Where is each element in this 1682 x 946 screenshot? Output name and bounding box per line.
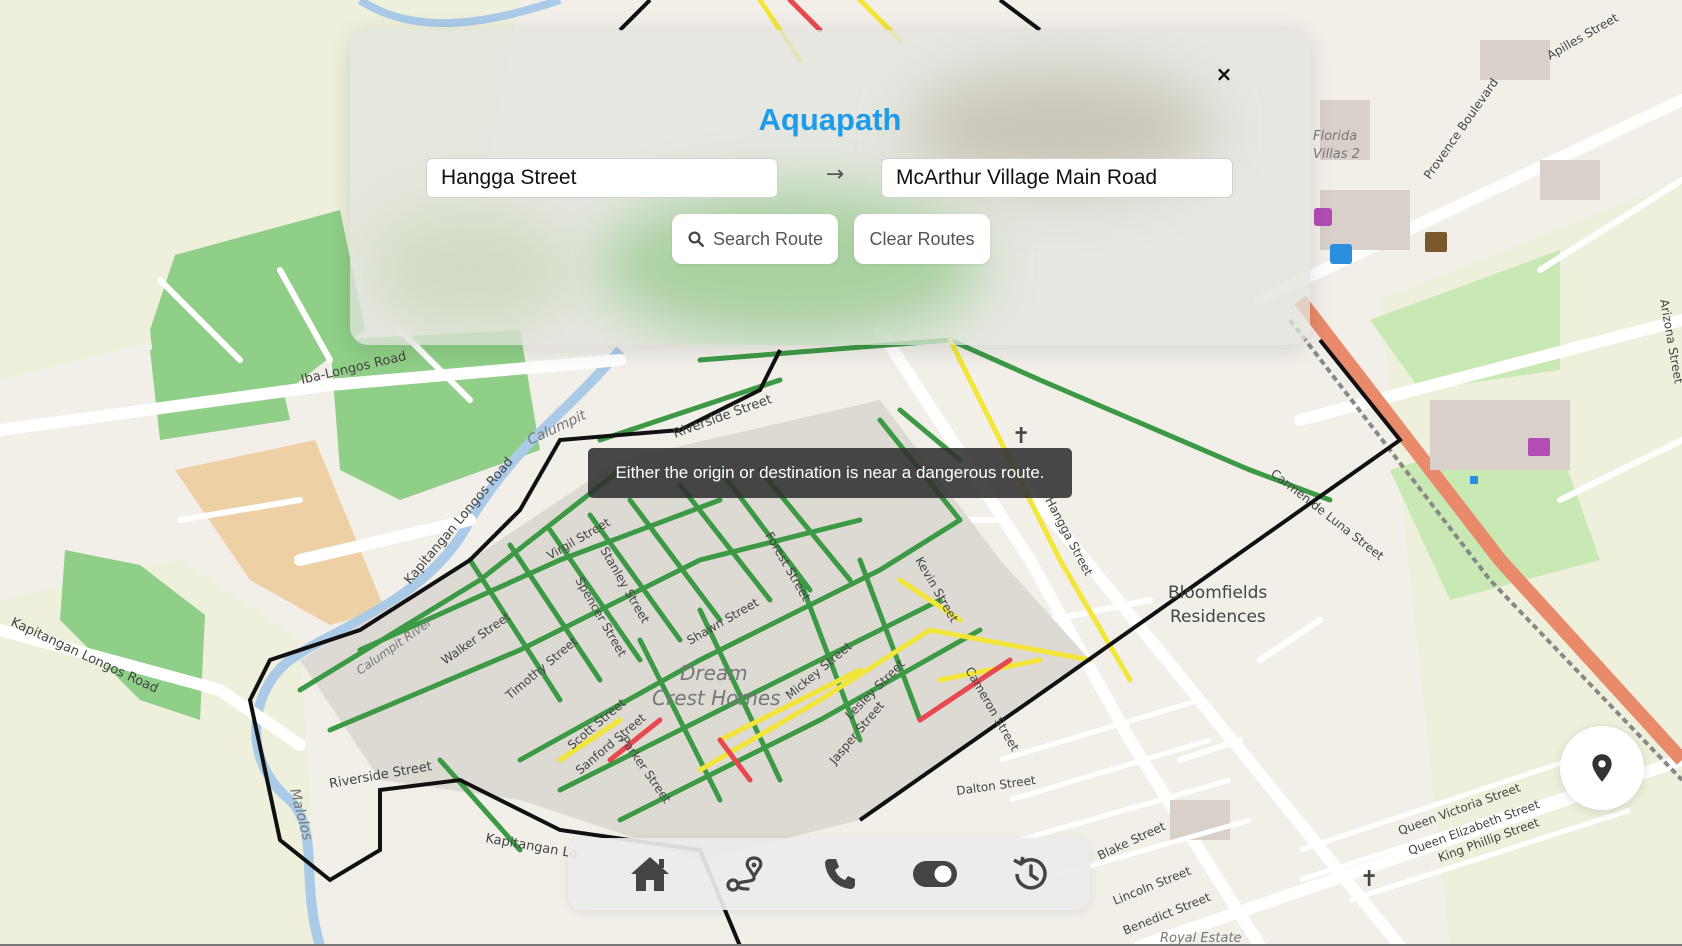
home-icon — [631, 857, 669, 891]
destination-input[interactable] — [881, 158, 1233, 198]
clear-routes-label: Clear Routes — [869, 228, 975, 249]
nav-home-button[interactable] — [621, 846, 679, 902]
svg-text:✝: ✝ — [1360, 867, 1378, 892]
toggle-icon — [913, 861, 957, 887]
arrow-right-icon: → — [825, 162, 845, 187]
place-label: Dream — [680, 661, 748, 685]
nav-toggle-button[interactable] — [906, 846, 964, 902]
phone-icon — [825, 859, 855, 889]
route-search-panel: × Aquapath → Search Route Clear Routes — [350, 30, 1310, 345]
search-route-button[interactable]: Search Route — [672, 214, 838, 264]
panel-backdrop-blur — [600, 190, 980, 340]
svg-text:✝: ✝ — [1012, 424, 1030, 449]
close-button[interactable]: × — [1210, 60, 1238, 88]
history-icon — [1013, 856, 1047, 890]
place-label: Villas 2 — [1313, 147, 1360, 162]
my-location-button[interactable] — [1560, 726, 1644, 810]
nav-routes-button[interactable] — [716, 846, 774, 902]
panel-backdrop-blur — [370, 210, 570, 330]
search-icon — [688, 231, 704, 247]
place-label: Bloomfields — [1168, 583, 1267, 603]
warning-toast: Either the origin or destination is near… — [588, 448, 1072, 498]
nav-call-button[interactable] — [811, 846, 869, 902]
search-route-label: Search Route — [712, 228, 824, 249]
origin-input[interactable] — [426, 158, 778, 198]
place-label: Florida — [1313, 129, 1357, 144]
place-label: Residences — [1170, 607, 1266, 627]
clear-routes-button[interactable]: Clear Routes — [854, 214, 990, 264]
warning-toast-text: Either the origin or destination is near… — [615, 463, 1045, 482]
app-title: Aquapath — [758, 102, 902, 137]
place-label: Crest Homes — [652, 686, 781, 710]
map-pin-icon — [1592, 754, 1612, 782]
nav-history-button[interactable] — [1001, 846, 1059, 902]
bottom-navigation — [568, 838, 1090, 910]
route-icon — [726, 856, 763, 892]
